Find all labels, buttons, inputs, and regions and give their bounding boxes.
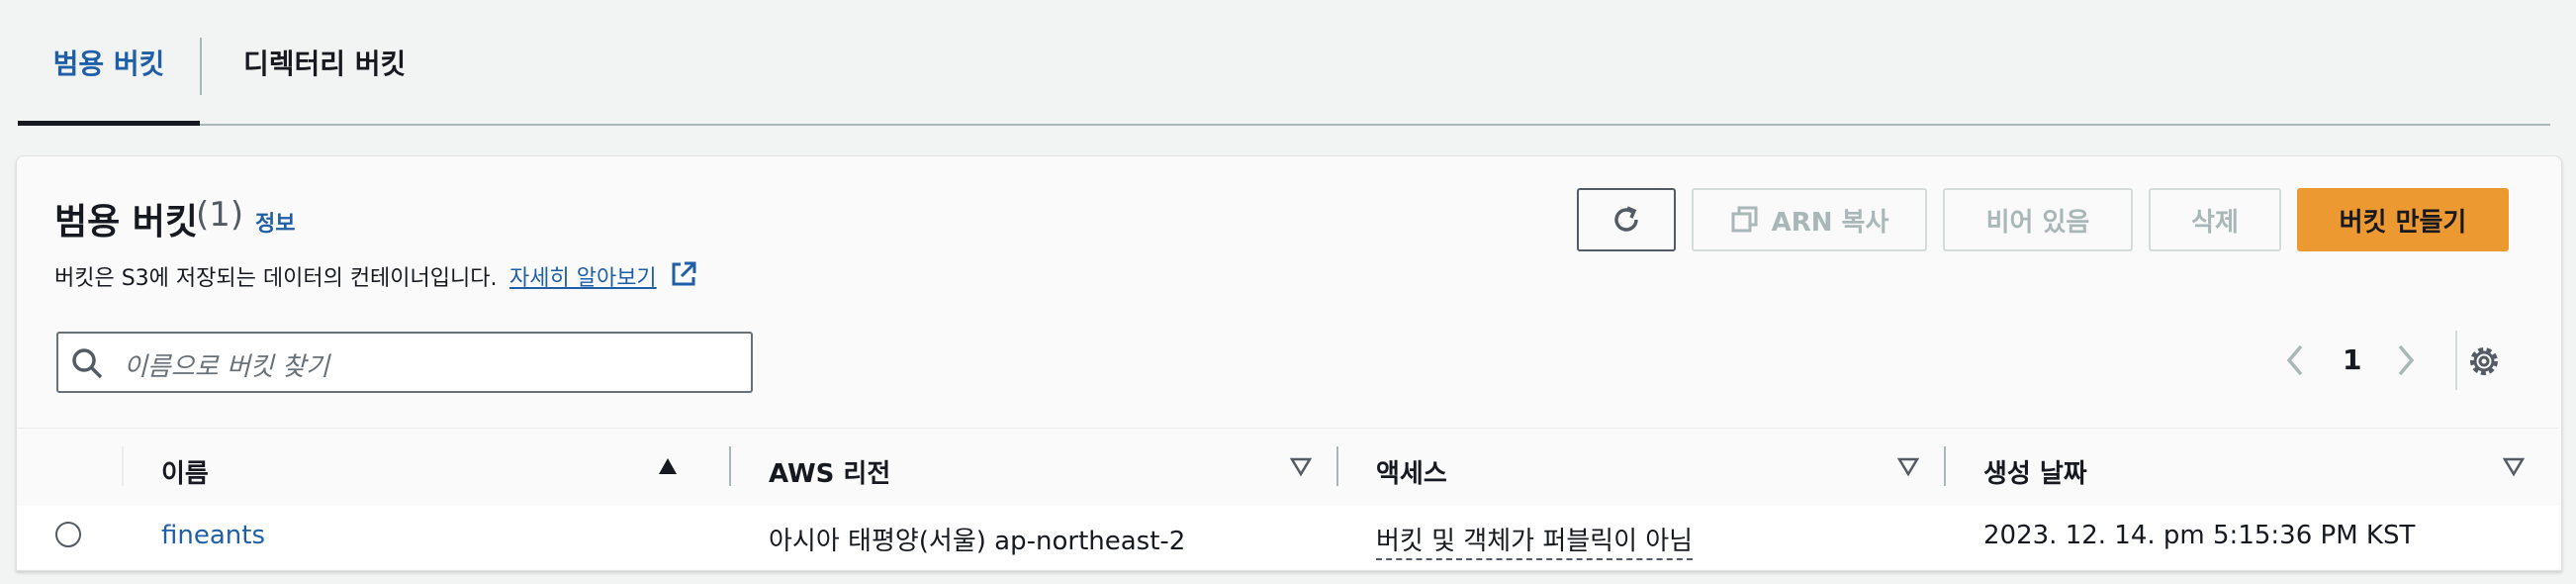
tab-general-purpose-buckets[interactable]: 범용 버킷 [18,0,200,126]
column-header-access[interactable]: 액세스 [1376,453,1447,490]
search-placeholder: 이름으로 버킷 찾기 [124,352,329,382]
current-page-number[interactable]: 1 [2343,343,2361,376]
tab-divider [200,38,202,95]
bucket-creation-date: 2023. 12. 14. pm 5:15:36 PM KST [1983,521,2416,550]
sort-icon[interactable] [2502,454,2526,478]
search-icon [72,348,103,379]
refresh-icon [1614,206,1638,232]
row-select-radio[interactable] [55,522,81,547]
previous-page-icon[interactable] [2275,337,2315,384]
info-link[interactable]: 정보 [255,206,295,238]
tab-directory-buckets[interactable]: 디렉터리 버킷 [243,0,406,124]
empty-bucket-button[interactable]: 비어 있음 [1943,188,2133,251]
panel-description: 버킷은 S3에 저장되는 데이터의 컨테이너입니다. [54,266,498,291]
delete-bucket-button[interactable]: 삭제 [2149,188,2281,251]
page-title: 범용 버킷 [54,202,199,243]
next-page-icon[interactable] [2386,337,2426,384]
bucket-access-cell: 버킷 및 객체가 퍼블릭이 아님 [1376,521,1694,560]
gear-icon[interactable] [2465,342,2503,380]
copy-arn-button[interactable]: ARN 복사 [1692,188,1927,251]
bucket-access[interactable]: 버킷 및 객체가 퍼블릭이 아님 [1376,527,1694,560]
search-input[interactable]: 이름으로 버킷 찾기 [56,332,753,393]
learn-more-link[interactable]: 자세히 알아보기 [509,260,657,292]
bucket-count: (1) [196,195,244,235]
column-header-creation-date[interactable]: 생성 날짜 [1983,453,2087,490]
copy-arn-label: ARN 복사 [1771,207,1889,238]
column-divider[interactable] [1336,446,1338,486]
column-divider [122,446,124,486]
refresh-button[interactable] [1577,188,1676,251]
sort-icon[interactable] [1289,454,1313,478]
column-header-region[interactable]: AWS 리전 [769,453,890,490]
column-divider[interactable] [1944,446,1946,486]
external-link-icon[interactable] [669,259,698,289]
column-header-name[interactable]: 이름 [161,453,209,490]
sort-icon[interactable] [1896,454,1920,478]
bucket-name-link[interactable]: fineants [161,521,265,550]
table-row: fineants 아시아 태평양(서울) ap-northeast-2 버킷 및… [17,506,2559,569]
bucket-region: 아시아 태평양(서울) ap-northeast-2 [769,527,1186,556]
bucket-tabs: 범용 버킷 디렉터리 버킷 [18,0,2550,126]
copy-icon [1731,206,1758,233]
create-bucket-button[interactable]: 버킷 만들기 [2297,188,2509,251]
table-header: 이름 AWS 리전 액세스 생성 날짜 [17,428,2559,507]
column-divider[interactable] [729,446,731,486]
sort-ascending-icon[interactable] [656,454,680,478]
pagination-divider [2455,331,2457,390]
